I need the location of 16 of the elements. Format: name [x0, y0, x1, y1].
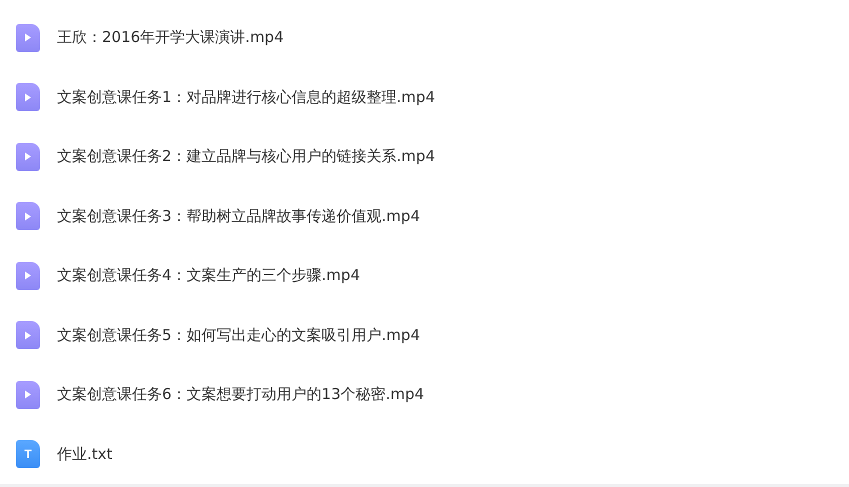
file-name[interactable]: 作业.txt	[57, 444, 112, 464]
video-file-icon	[16, 83, 40, 112]
video-file-icon	[16, 321, 40, 350]
video-file-icon	[16, 24, 40, 52]
video-file-icon	[16, 262, 40, 290]
file-name[interactable]: 文案创意课任务2：建立品牌与核心用户的链接关系.mp4	[57, 147, 435, 166]
file-name[interactable]: 王欣：2016年开学大课演讲.mp4	[57, 28, 284, 48]
file-name[interactable]: 文案创意课任务3：帮助树立品牌故事传递价值观.mp4	[57, 206, 420, 226]
file-name[interactable]: 文案创意课任务5：如何写出走心的文案吸引用户.mp4	[57, 326, 420, 345]
video-file-icon	[16, 142, 40, 171]
video-file-icon	[16, 380, 40, 409]
video-file-icon	[16, 202, 40, 230]
file-name[interactable]: 文案创意课任务4：文案生产的三个步骤.mp4	[57, 266, 360, 286]
text-file-icon: T	[16, 440, 40, 468]
file-name[interactable]: 文案创意课任务1：对品牌进行核心信息的超级整理.mp4	[57, 88, 435, 107]
file-name[interactable]: 文案创意课任务6：文案想要打动用户的13个秘密.mp4	[57, 385, 424, 404]
